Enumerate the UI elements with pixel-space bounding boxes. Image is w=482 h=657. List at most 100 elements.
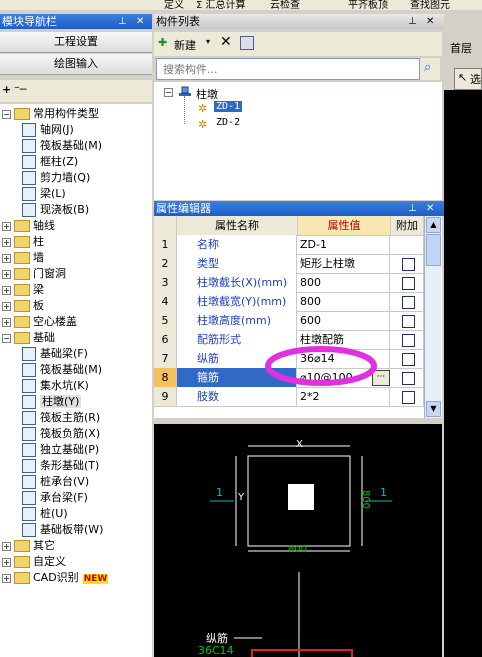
- tree-folder[interactable]: + 墙: [2, 250, 44, 266]
- scroll-down-icon[interactable]: ▼: [426, 401, 441, 417]
- floor-selector[interactable]: 首层: [450, 40, 472, 56]
- expand-all-icon[interactable]: +: [2, 83, 11, 96]
- close-icon[interactable]: ✕: [136, 14, 144, 29]
- property-scrollbar[interactable]: ▲ ▼: [424, 216, 441, 418]
- toolbar-summary[interactable]: Σ 汇总计算: [196, 0, 246, 10]
- property-value[interactable]: 2*2: [298, 387, 390, 406]
- scroll-thumb[interactable]: [426, 234, 441, 266]
- property-row[interactable]: 4 柱墩截宽(Y)(mm) 800: [154, 292, 424, 312]
- tree-folder[interactable]: + 梁: [2, 282, 44, 298]
- extra-checkbox[interactable]: [402, 372, 415, 385]
- collapse-icon[interactable]: −: [2, 110, 11, 119]
- tree-item[interactable]: 剪力墙(Q): [22, 170, 90, 186]
- pin-icon[interactable]: ⊥: [408, 14, 417, 29]
- tree-item[interactable]: 柱墩(Y): [22, 394, 82, 410]
- property-value[interactable]: 800: [298, 292, 390, 311]
- tree-label: 板: [33, 299, 44, 312]
- expand-icon[interactable]: +: [2, 222, 11, 231]
- property-value[interactable]: 矩形上柱墩: [298, 254, 390, 273]
- tree-item[interactable]: 桩承台(V): [22, 474, 89, 490]
- collapse-icon[interactable]: −: [2, 334, 11, 343]
- expand-icon[interactable]: +: [2, 254, 11, 263]
- folder-icon: [14, 316, 30, 328]
- drawing-input-button[interactable]: 绘图输入: [0, 54, 152, 75]
- tree-item[interactable]: 框柱(Z): [22, 154, 78, 170]
- component-item-zd1[interactable]: ZD-1: [214, 101, 243, 112]
- extra-checkbox[interactable]: [402, 277, 415, 290]
- dropdown-arrow-icon[interactable]: ▾: [206, 37, 210, 46]
- property-row[interactable]: 9 肢数 2*2: [154, 387, 424, 407]
- tree-folder[interactable]: + 轴线: [2, 218, 55, 234]
- property-value[interactable]: 800: [298, 273, 390, 292]
- expand-icon[interactable]: +: [2, 542, 11, 551]
- tree-item[interactable]: 承台梁(F): [22, 490, 88, 506]
- tree-item[interactable]: 桩(U): [22, 506, 68, 522]
- expand-icon[interactable]: +: [2, 286, 11, 295]
- tree-item[interactable]: 筏板基础(M): [22, 362, 102, 378]
- toolbar-define[interactable]: 定义: [164, 0, 184, 10]
- tree-folder[interactable]: + 柱: [2, 234, 44, 250]
- close-icon[interactable]: ✕: [426, 201, 434, 216]
- tree-folder[interactable]: + 门窗洞: [2, 266, 66, 282]
- delete-icon[interactable]: ✕: [220, 34, 232, 50]
- row-number: 9: [154, 387, 177, 406]
- tree-item[interactable]: 筏板主筋(R): [22, 410, 100, 426]
- extra-checkbox[interactable]: [402, 391, 415, 404]
- tree-item[interactable]: 条形基础(T): [22, 458, 99, 474]
- toolbar-cloud-check[interactable]: 云检查: [270, 0, 300, 10]
- tree-item[interactable]: 梁(L): [22, 186, 66, 202]
- tree-item[interactable]: 集水坑(K): [22, 378, 89, 394]
- scroll-up-icon[interactable]: ▲: [426, 217, 441, 233]
- component-list-toolbar: ✚ 新建 ▾ ✕: [154, 32, 442, 56]
- toolbar-find[interactable]: 查找图元: [410, 0, 450, 10]
- component-search[interactable]: [156, 58, 420, 80]
- tree-folder[interactable]: + 板: [2, 298, 44, 314]
- tree-item[interactable]: 基础板带(W): [22, 522, 103, 538]
- property-row[interactable]: 3 柱墩截长(X)(mm) 800: [154, 273, 424, 293]
- expand-icon[interactable]: +: [2, 318, 11, 327]
- tree-folder[interactable]: + 空心楼盖: [2, 314, 77, 330]
- component-item-zd2[interactable]: ZD-2: [216, 117, 240, 128]
- collapse-all-icon[interactable]: ⁻─: [14, 83, 26, 96]
- extra-cell: [391, 292, 424, 311]
- expand-icon[interactable]: +: [2, 302, 11, 311]
- extra-checkbox[interactable]: [402, 296, 415, 309]
- pin-icon[interactable]: ⊥: [408, 201, 417, 216]
- tree-item[interactable]: 筏板基础(M): [22, 138, 102, 154]
- pin-icon[interactable]: ⊥: [118, 14, 127, 29]
- property-value[interactable]: 600: [298, 311, 390, 330]
- expand-icon[interactable]: +: [2, 270, 11, 279]
- tree-item[interactable]: 筏板负筋(X): [22, 426, 100, 442]
- component-search-input[interactable]: [161, 60, 415, 78]
- select-button[interactable]: ↖ 选: [454, 68, 482, 90]
- close-icon[interactable]: ✕: [426, 14, 434, 29]
- search-icon[interactable]: ⌕: [420, 58, 440, 80]
- new-icon[interactable]: ✚: [158, 36, 167, 49]
- project-settings-button[interactable]: 工程设置: [0, 32, 152, 53]
- extra-checkbox[interactable]: [402, 353, 415, 366]
- tree-item[interactable]: 独立基础(P): [22, 442, 99, 458]
- component-root-label[interactable]: 柱墩: [196, 86, 218, 102]
- property-row[interactable]: 5 柱墩高度(mm) 600: [154, 311, 424, 331]
- copy-icon[interactable]: [240, 36, 254, 50]
- expand-icon[interactable]: +: [2, 558, 11, 567]
- collapse-icon[interactable]: −: [164, 88, 173, 97]
- property-row[interactable]: 2 类型 矩形上柱墩: [154, 254, 424, 274]
- tree-folder[interactable]: − 常用构件类型: [2, 106, 99, 122]
- expand-icon[interactable]: +: [2, 574, 11, 583]
- tree-item[interactable]: 基础梁(F): [22, 346, 88, 362]
- property-row[interactable]: 1 名称 ZD-1: [154, 235, 424, 255]
- property-value[interactable]: ZD-1: [298, 235, 390, 254]
- tree-folder[interactable]: + 其它: [2, 538, 55, 554]
- tree-folder[interactable]: + CAD识别 NEW: [2, 570, 109, 586]
- tree-folder[interactable]: − 基础: [2, 330, 55, 346]
- new-button[interactable]: 新建: [174, 37, 196, 53]
- toolbar-flush-top[interactable]: 平齐板顶: [348, 0, 388, 10]
- extra-checkbox[interactable]: [402, 315, 415, 328]
- tree-item[interactable]: 轴网(J): [22, 122, 74, 138]
- extra-checkbox[interactable]: [402, 334, 415, 347]
- expand-icon[interactable]: +: [2, 238, 11, 247]
- tree-item[interactable]: 现浇板(B): [22, 202, 89, 218]
- tree-folder[interactable]: + 自定义: [2, 554, 66, 570]
- extra-checkbox[interactable]: [402, 258, 415, 271]
